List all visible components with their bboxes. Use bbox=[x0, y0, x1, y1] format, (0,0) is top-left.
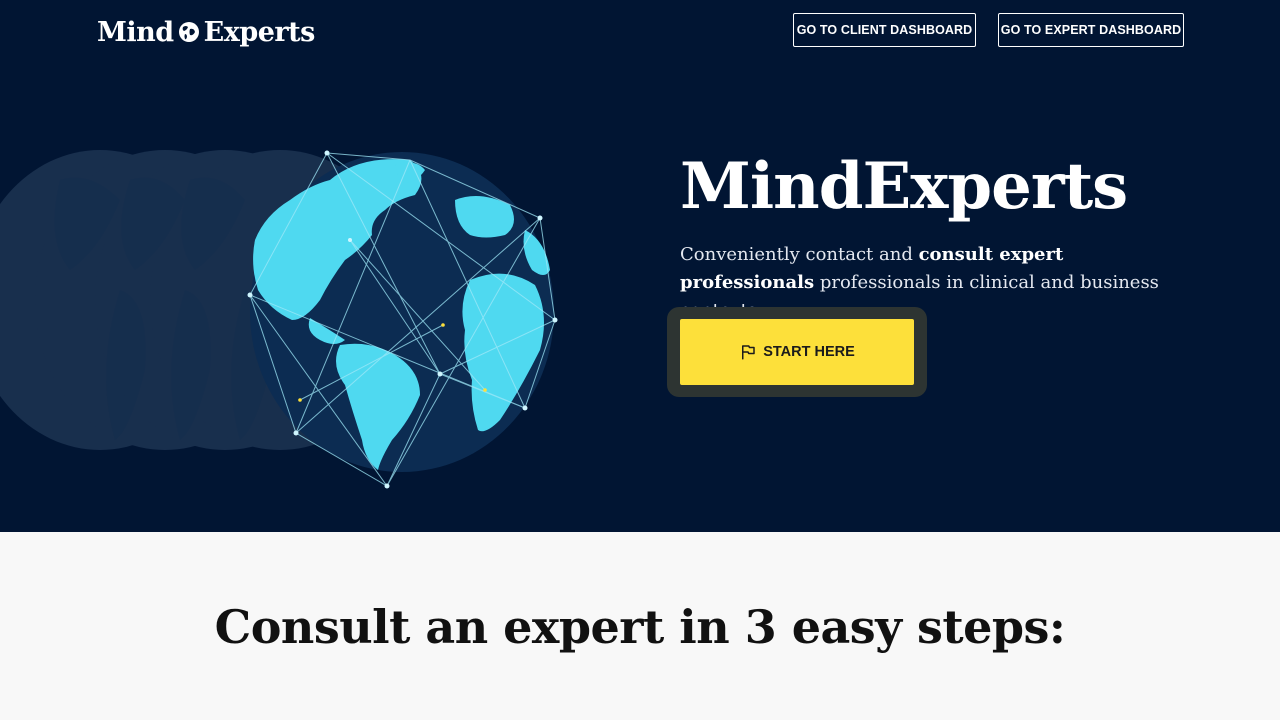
client-dashboard-button[interactable]: GO TO CLIENT DASHBOARD bbox=[793, 13, 976, 47]
hero-title: MindExperts bbox=[680, 149, 1128, 224]
globe-icon bbox=[178, 22, 199, 42]
logo-text-left: Mind bbox=[97, 16, 174, 48]
start-here-label: START HERE bbox=[763, 344, 855, 360]
steps-heading: Consult an expert in 3 easy steps: bbox=[214, 600, 1066, 654]
logo-text-right: Experts bbox=[203, 16, 316, 48]
start-here-button[interactable]: START HERE bbox=[680, 319, 914, 385]
hero-description-start: Conveniently contact and bbox=[680, 244, 919, 265]
logo[interactable]: Mind Experts bbox=[97, 12, 315, 52]
network-globe-illustration bbox=[0, 150, 558, 489]
flag-icon bbox=[742, 345, 755, 360]
hero-section: Mind Experts GO TO CLIENT DASHBOARD GO T… bbox=[0, 0, 1280, 532]
expert-dashboard-button[interactable]: GO TO EXPERT DASHBOARD bbox=[998, 13, 1184, 47]
